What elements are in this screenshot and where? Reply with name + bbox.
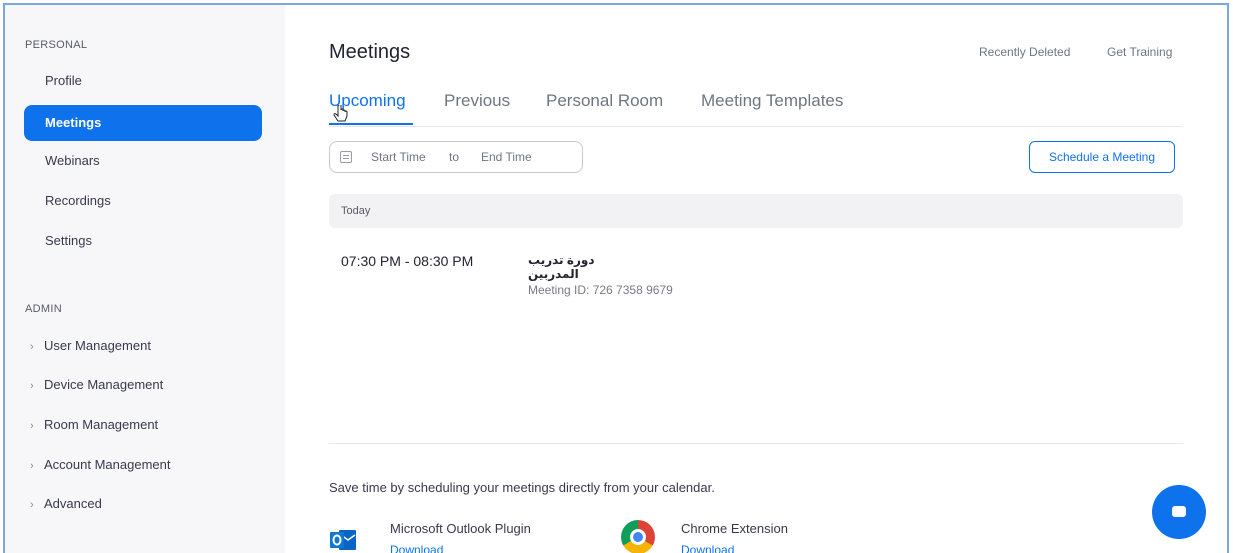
- chat-bubble-icon[interactable]: [1152, 485, 1206, 539]
- calendar-promo-text: Save time by scheduling your meetings di…: [329, 480, 715, 495]
- end-time-field[interactable]: End Time: [481, 150, 532, 164]
- chrome-icon: [621, 520, 655, 553]
- outlook-plugin-name: Microsoft Outlook Plugin: [390, 521, 531, 536]
- chevron-right-icon: ›: [30, 341, 34, 353]
- tab-previous[interactable]: Previous: [444, 91, 510, 111]
- chrome-extension-name: Chrome Extension: [681, 521, 788, 536]
- tabs-divider: [329, 126, 1183, 127]
- schedule-meeting-button[interactable]: Schedule a Meeting: [1029, 141, 1175, 173]
- hand-cursor-icon: [333, 105, 348, 122]
- sidebar-item-settings[interactable]: Settings: [24, 223, 262, 259]
- tab-personal-room[interactable]: Personal Room: [546, 91, 663, 111]
- day-group-header: Today: [329, 194, 1183, 228]
- sidebar: PERSONAL Profile Meetings Webinars Recor…: [5, 5, 285, 553]
- sidebar-item-label: Room Management: [44, 417, 159, 432]
- sidebar-item-recordings[interactable]: Recordings: [24, 183, 262, 219]
- sidebar-item-label: Device Management: [44, 377, 164, 392]
- sidebar-item-device-management[interactable]: › Device Management: [30, 377, 163, 392]
- sidebar-item-room-management[interactable]: › Room Management: [30, 417, 158, 432]
- section-divider: [329, 443, 1183, 444]
- sidebar-item-profile[interactable]: Profile: [24, 63, 262, 99]
- admin-heading: ADMIN: [25, 303, 62, 315]
- start-time-field[interactable]: Start Time: [371, 150, 426, 164]
- meeting-time: 07:30 PM - 08:30 PM: [341, 253, 474, 269]
- sidebar-item-label: Advanced: [44, 496, 102, 511]
- sidebar-item-label: User Management: [44, 338, 151, 353]
- recently-deleted-link[interactable]: Recently Deleted: [979, 45, 1070, 59]
- outlook-download-link[interactable]: Download: [390, 543, 443, 553]
- sidebar-item-label: Account Management: [44, 457, 171, 472]
- personal-heading: PERSONAL: [25, 39, 88, 51]
- sidebar-item-account-management[interactable]: › Account Management: [30, 457, 170, 472]
- sidebar-item-advanced[interactable]: › Advanced: [30, 496, 102, 511]
- chevron-right-icon: ›: [30, 460, 34, 472]
- calendar-icon: [340, 151, 352, 163]
- sidebar-item-webinars[interactable]: Webinars: [24, 143, 262, 179]
- get-training-link[interactable]: Get Training: [1107, 45, 1172, 59]
- outlook-icon: [330, 530, 356, 550]
- chevron-right-icon: ›: [30, 380, 34, 392]
- date-range-picker[interactable]: Start Time to End Time: [329, 141, 583, 173]
- main-content: Meetings Recently Deleted Get Training U…: [285, 5, 1228, 553]
- sidebar-item-user-management[interactable]: › User Management: [30, 338, 151, 353]
- sidebar-item-meetings[interactable]: Meetings: [24, 105, 262, 141]
- tab-meeting-templates[interactable]: Meeting Templates: [701, 91, 843, 111]
- meeting-id: Meeting ID: 726 7358 9679: [528, 283, 673, 297]
- page-title: Meetings: [329, 41, 411, 63]
- date-separator: to: [449, 150, 460, 164]
- chevron-right-icon: ›: [30, 420, 34, 432]
- meeting-topic[interactable]: دورة تدريب المدربين: [528, 253, 638, 281]
- chrome-download-link[interactable]: Download: [681, 543, 734, 553]
- chevron-right-icon: ›: [30, 499, 34, 511]
